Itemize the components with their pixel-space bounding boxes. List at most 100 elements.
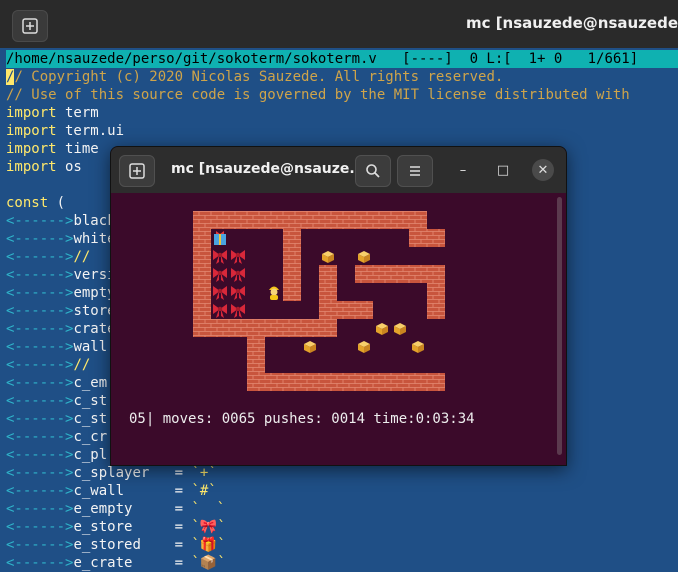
comment-text: //: [73, 249, 91, 265]
wall-tile: [193, 283, 211, 301]
ribbon-store-icon: [231, 250, 245, 264]
identifier: e_store =: [73, 519, 192, 535]
string-literal: `📦`: [191, 555, 226, 571]
wall-tile: [409, 265, 427, 283]
wall-tile: [283, 211, 301, 229]
wall-tile: [391, 265, 409, 283]
game-status-line: 05| moves: 0065 pushes: 0014 time:0:03:3…: [129, 411, 475, 427]
wall-tile: [427, 265, 445, 283]
identifier: wall: [73, 339, 108, 355]
tab-marker: <------>: [6, 375, 74, 391]
new-tab-icon: [22, 18, 38, 34]
tab-marker: <------>: [6, 483, 74, 499]
wall-tile: [283, 229, 301, 247]
crate-icon: [376, 323, 388, 335]
player-icon: [269, 286, 279, 300]
tab-marker: <------>: [6, 447, 74, 463]
wall-tile: [193, 211, 211, 229]
wall-tile: [247, 373, 265, 391]
wall-tile: [301, 319, 319, 337]
comment-text: / Copyright (c) 2020 Nicolas Sauzede. Al…: [14, 69, 504, 85]
tab-marker: <------>: [6, 321, 74, 337]
code-line: // Use of this source code is governed b…: [6, 86, 678, 104]
wall-tile: [373, 373, 391, 391]
front-terminal-window[interactable]: mc [nsauzede@nsauze... – □ ✕ 05| moves: …: [110, 146, 567, 466]
close-button[interactable]: ✕: [532, 159, 554, 181]
ribbon-store-icon: [213, 268, 227, 282]
ribbon-store-icon: [231, 304, 245, 318]
wall-tile: [319, 265, 337, 283]
identifier: e_stored =: [73, 537, 192, 553]
back-window-title: mc [nsauzede@nsauzede: [465, 14, 678, 32]
identifier: c_pl: [73, 447, 108, 463]
code-line: <------>e_stored = `🎁`: [6, 536, 678, 554]
wall-tile: [373, 211, 391, 229]
maximize-button[interactable]: □: [492, 159, 514, 181]
front-window-header: mc [nsauzede@nsauze... – □ ✕: [111, 147, 566, 194]
crate-icon: [304, 341, 316, 353]
wall-tile: [427, 373, 445, 391]
wall-tile: [211, 211, 229, 229]
wall-tile: [283, 373, 301, 391]
identifier: time: [56, 141, 99, 157]
string-literal: `#`: [191, 483, 217, 499]
tab-marker: <------>: [6, 555, 74, 571]
comment-text: // Use of this source code is governed b…: [6, 87, 630, 103]
hamburger-icon: [410, 166, 420, 176]
crate-icon: [412, 341, 424, 353]
front-terminal-body[interactable]: 05| moves: 0065 pushes: 0014 time:0:03:3…: [111, 193, 566, 465]
wall-tile: [265, 319, 283, 337]
wall-tile: [427, 283, 445, 301]
keyword: const: [6, 195, 49, 211]
wall-tile: [355, 265, 373, 283]
wall-tile: [319, 283, 337, 301]
keyword: import: [6, 105, 57, 121]
hamburger-menu-button[interactable]: [397, 155, 433, 187]
sokoban-board: [193, 211, 445, 391]
wall-tile: [193, 301, 211, 319]
keyword: import: [6, 159, 57, 175]
identifier: c_wall =: [73, 483, 192, 499]
string-literal: ` `: [191, 501, 226, 517]
wall-tile: [283, 319, 301, 337]
wall-tile: [319, 373, 337, 391]
back-new-tab-button[interactable]: [12, 10, 48, 42]
front-new-tab-button[interactable]: [119, 155, 155, 187]
wall-tile: [301, 211, 319, 229]
tab-marker: <------>: [6, 267, 74, 283]
tab-marker: <------>: [6, 357, 74, 373]
crate-icon: [394, 323, 406, 335]
tab-marker: <------>: [6, 465, 74, 481]
front-window-title: mc [nsauzede@nsauze...: [171, 161, 366, 177]
wall-tile: [193, 247, 211, 265]
wall-tile: [247, 319, 265, 337]
wall-tile: [229, 319, 247, 337]
code-line: import term.ui: [6, 122, 678, 140]
identifier: c_em: [73, 375, 108, 391]
wall-tile: [409, 211, 427, 229]
scrollbar[interactable]: [557, 197, 562, 455]
editor-status-bar: /home/nsauzede/perso/git/sokoterm/sokote…: [6, 50, 678, 68]
crate-icon: [322, 251, 334, 263]
code-line: <------>c_splayer = `+`: [6, 464, 678, 482]
wall-tile: [373, 265, 391, 283]
tab-marker: <------>: [6, 285, 74, 301]
keyword: import: [6, 141, 57, 157]
crate-icon: [358, 251, 370, 263]
ribbon-store-icon: [213, 286, 227, 300]
code-line: <------>e_empty = ` `: [6, 500, 678, 518]
wall-tile: [319, 301, 337, 319]
code-line: <------>e_store = `🎀`: [6, 518, 678, 536]
keyword: import: [6, 123, 57, 139]
wall-tile: [229, 211, 247, 229]
wall-tile: [283, 265, 301, 283]
string-literal: `🎁`: [191, 537, 226, 553]
search-icon: [366, 164, 380, 178]
tab-marker: <------>: [6, 231, 74, 247]
identifier: c_splayer =: [73, 465, 192, 481]
comment-text: //: [73, 357, 91, 373]
minimize-button[interactable]: –: [452, 159, 474, 181]
search-button[interactable]: [355, 155, 391, 187]
identifier: c_cr: [73, 429, 108, 445]
wall-tile: [247, 337, 265, 355]
